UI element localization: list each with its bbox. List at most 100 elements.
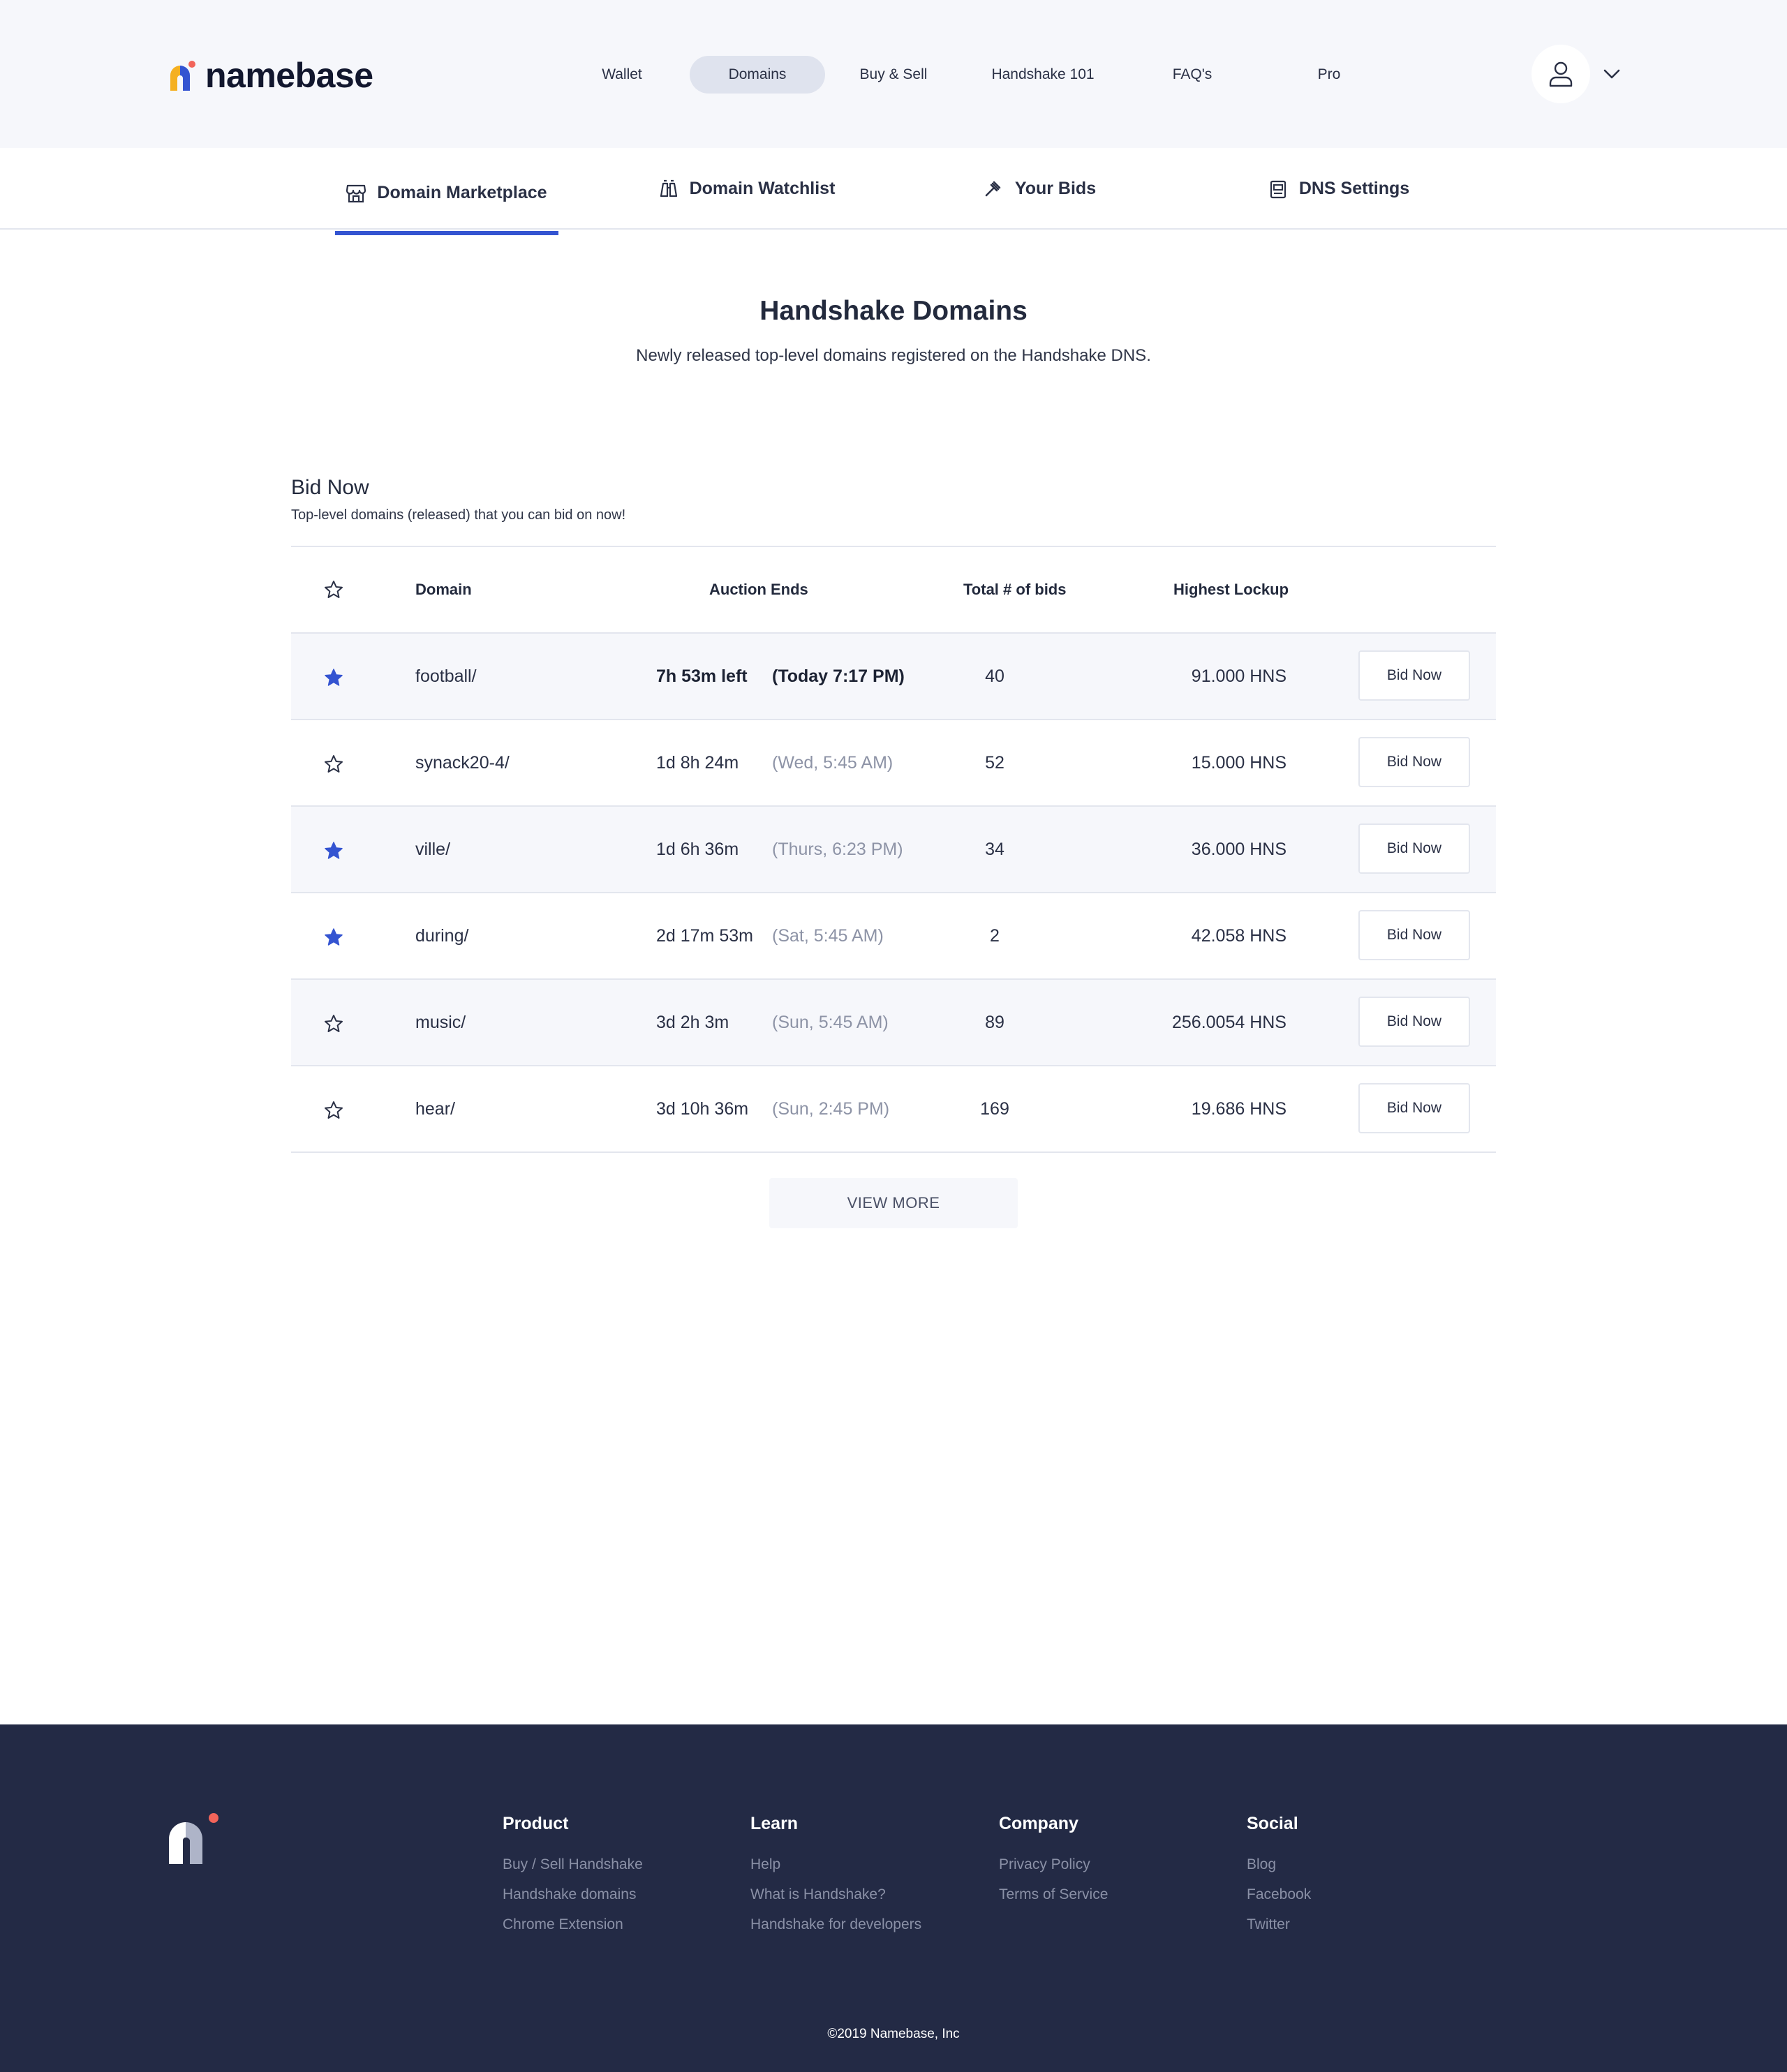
binoculars-icon [659, 179, 679, 199]
bid-count: 89 [985, 1013, 1004, 1032]
footer-link[interactable]: Handshake domains [503, 1879, 643, 1909]
footer-heading: Product [503, 1814, 569, 1833]
time-remaining: 3d 2h 3m [656, 1013, 729, 1032]
gavel-icon [984, 179, 1004, 199]
star-outline-icon[interactable] [323, 1100, 344, 1121]
bid-now-button[interactable]: Bid Now [1358, 997, 1470, 1047]
bid-count: 2 [990, 926, 1000, 946]
highest-lockup: 42.058 HNS [1191, 926, 1287, 946]
star-outline-icon[interactable] [323, 579, 344, 600]
top-header: namebase Wallet Domains Buy & Sell Hands… [0, 0, 1787, 148]
footer-link[interactable]: Terms of Service [999, 1879, 1108, 1909]
column-header-highest-lockup[interactable]: Highest Lockup [1173, 547, 1289, 632]
domain-name[interactable]: during/ [415, 893, 468, 978]
footer-column-social: Social Blog Facebook Twitter [1247, 1814, 1311, 1939]
domains-table: Domain Auction Ends Total # of bids High… [291, 546, 1496, 1153]
tab-domain-marketplace[interactable]: Domain Marketplace [335, 152, 558, 235]
footer-link[interactable]: Privacy Policy [999, 1849, 1108, 1879]
server-icon [1268, 179, 1288, 199]
nav-faqs[interactable]: FAQ's [1152, 56, 1233, 94]
footer-link[interactable]: Handshake for developers [750, 1909, 921, 1939]
domain-name[interactable]: synack20-4/ [415, 720, 510, 805]
footer-heading: Social [1247, 1814, 1298, 1833]
footer-link[interactable]: Chrome Extension [503, 1909, 643, 1939]
nav-wallet[interactable]: Wallet [580, 56, 664, 94]
star-outline-icon[interactable] [323, 754, 344, 775]
footer-heading: Company [999, 1814, 1078, 1833]
storefront-icon [346, 184, 366, 203]
highest-lockup: 91.000 HNS [1191, 666, 1287, 686]
highest-lockup: 256.0054 HNS [1171, 1013, 1287, 1032]
table-row: music/ 3d 2h 3m (Sun, 5:45 AM) 89 256.00… [291, 980, 1496, 1066]
highest-lockup: 15.000 HNS [1191, 753, 1287, 773]
nav-domains[interactable]: Domains [690, 56, 825, 94]
domain-name[interactable]: ville/ [415, 807, 450, 892]
bid-now-button[interactable]: Bid Now [1358, 910, 1470, 960]
time-remaining: 1d 8h 24m [656, 753, 739, 773]
footer-column-learn: Learn Help What is Handshake? Handshake … [750, 1814, 921, 1939]
table-row: during/ 2d 17m 53m (Sat, 5:45 AM) 2 42.0… [291, 893, 1496, 980]
time-remaining: 3d 10h 36m [656, 1099, 749, 1119]
bid-count: 34 [985, 840, 1004, 859]
section-subtitle: Top-level domains (released) that you ca… [291, 507, 626, 523]
domain-name[interactable]: football/ [415, 634, 477, 719]
auction-end-time: (Today 7:17 PM) [772, 666, 905, 686]
tab-your-bids[interactable]: Your Bids [970, 148, 1110, 230]
namebase-footer-logo-icon[interactable] [168, 1811, 221, 1867]
view-more-button[interactable]: VIEW MORE [769, 1178, 1018, 1228]
footer-link[interactable]: Twitter [1247, 1909, 1311, 1939]
domain-tabs: Domain Marketplace Domain Watchlist Your… [0, 148, 1787, 235]
footer-copyright: ©2019 Namebase, Inc [827, 2027, 960, 2041]
table-row: synack20-4/ 1d 8h 24m (Wed, 5:45 AM) 52 … [291, 720, 1496, 807]
tab-domain-watchlist[interactable]: Domain Watchlist [642, 148, 852, 230]
footer-link[interactable]: Facebook [1247, 1879, 1311, 1909]
auction-end-time: (Sun, 5:45 AM) [772, 1013, 889, 1032]
star-filled-icon[interactable] [323, 927, 344, 948]
footer-column-product: Product Buy / Sell Handshake Handshake d… [503, 1814, 643, 1939]
domain-name[interactable]: hear/ [415, 1066, 455, 1151]
tab-label: Domain Marketplace [377, 183, 547, 202]
bid-count: 169 [980, 1099, 1009, 1119]
domain-name[interactable]: music/ [415, 980, 466, 1065]
highest-lockup: 19.686 HNS [1191, 1099, 1287, 1119]
page-title: Handshake Domains [759, 296, 1028, 326]
time-remaining: 1d 6h 36m [656, 840, 739, 859]
bid-now-button[interactable]: Bid Now [1358, 823, 1470, 874]
star-filled-icon[interactable] [323, 667, 344, 688]
page-subtitle: Newly released top-level domains registe… [636, 346, 1151, 365]
nav-handshake-101[interactable]: Handshake 101 [973, 56, 1113, 94]
footer-link[interactable]: Buy / Sell Handshake [503, 1849, 643, 1879]
account-avatar-button[interactable] [1532, 45, 1590, 103]
nav-buy-sell[interactable]: Buy & Sell [845, 56, 942, 94]
user-icon [1549, 61, 1573, 87]
time-remaining: 7h 53m left [656, 666, 748, 686]
tab-label: Domain Watchlist [689, 179, 836, 198]
column-header-domain[interactable]: Domain [415, 547, 472, 632]
footer-link[interactable]: Help [750, 1849, 921, 1879]
site-footer: Product Buy / Sell Handshake Handshake d… [0, 1724, 1787, 2072]
column-header-auction-ends[interactable]: Auction Ends [709, 547, 808, 632]
tab-dns-settings[interactable]: DNS Settings [1262, 148, 1416, 230]
nav-pro[interactable]: Pro [1289, 56, 1370, 94]
star-filled-icon[interactable] [323, 840, 344, 861]
bid-count: 40 [985, 666, 1004, 686]
time-remaining: 2d 17m 53m [656, 926, 753, 946]
section-title: Bid Now [291, 476, 369, 499]
tab-label: Your Bids [1014, 179, 1097, 198]
footer-link[interactable]: What is Handshake? [750, 1879, 921, 1909]
bid-now-button[interactable]: Bid Now [1358, 1083, 1470, 1133]
footer-heading: Learn [750, 1814, 799, 1833]
highest-lockup: 36.000 HNS [1191, 840, 1287, 859]
auction-end-time: (Wed, 5:45 AM) [772, 753, 894, 773]
tab-label: DNS Settings [1298, 179, 1410, 198]
bid-now-button[interactable]: Bid Now [1358, 737, 1470, 787]
main-nav: Wallet Domains Buy & Sell Handshake 101 … [0, 56, 1787, 94]
star-outline-icon[interactable] [323, 1013, 344, 1034]
auction-end-time: (Thurs, 6:23 PM) [772, 840, 903, 859]
bid-now-button[interactable]: Bid Now [1358, 650, 1470, 701]
chevron-down-icon[interactable] [1603, 67, 1621, 81]
footer-link[interactable]: Blog [1247, 1849, 1311, 1879]
bid-count: 52 [985, 753, 1004, 773]
auction-end-time: (Sat, 5:45 AM) [772, 926, 884, 946]
column-header-total-bids[interactable]: Total # of bids [963, 547, 1066, 632]
